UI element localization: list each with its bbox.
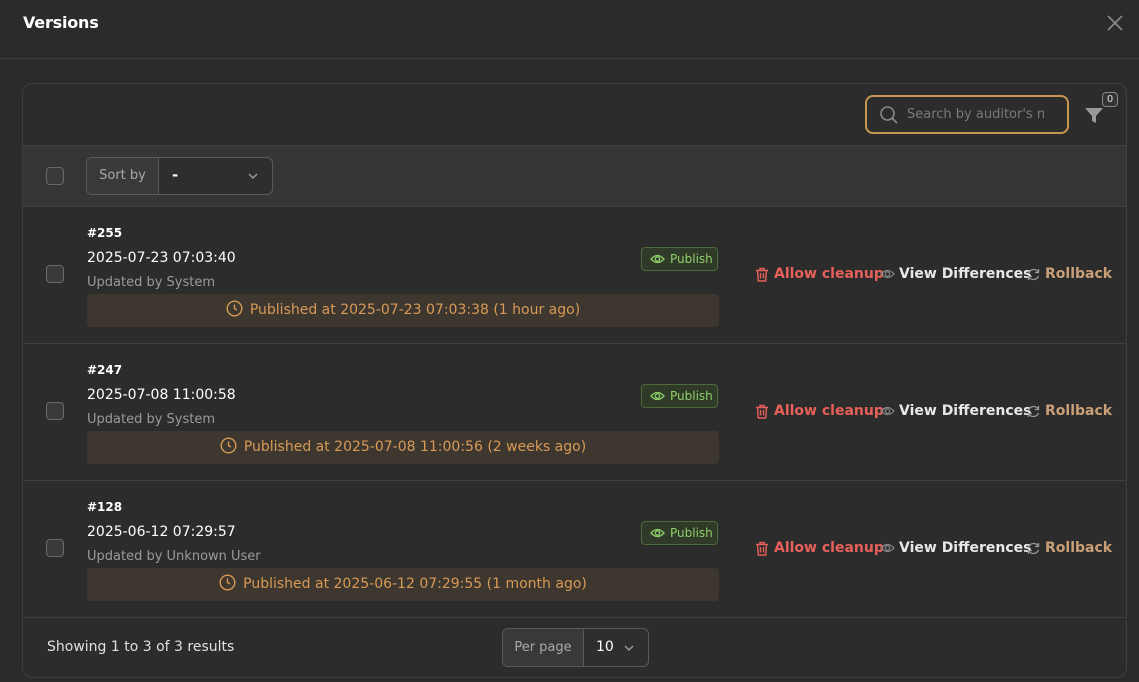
published-info: Published at 2025-07-08 11:00:56 (2 week… bbox=[87, 431, 719, 464]
funnel-icon[interactable] bbox=[1083, 104, 1105, 126]
trash-icon bbox=[756, 267, 768, 282]
clock-icon bbox=[219, 574, 236, 591]
updated-by: Updated by Unknown User bbox=[87, 549, 261, 564]
view-differences-label: View Differences bbox=[899, 540, 1032, 556]
refresh-icon bbox=[1027, 542, 1040, 555]
chevron-down-icon bbox=[248, 173, 258, 180]
version-id: #128 bbox=[87, 500, 123, 514]
select-all-checkbox[interactable] bbox=[46, 167, 64, 185]
published-info: Published at 2025-06-12 07:29:55 (1 mont… bbox=[87, 568, 719, 601]
status-badge-label: Publish bbox=[670, 526, 713, 540]
published-info: Published at 2025-07-23 07:03:38 (1 hour… bbox=[87, 294, 719, 327]
allow-cleanup-label: Allow cleanup bbox=[774, 266, 884, 282]
eye-icon bbox=[880, 543, 895, 553]
eye-icon bbox=[650, 391, 665, 401]
status-badge-label: Publish bbox=[670, 252, 713, 266]
allow-cleanup-label: Allow cleanup bbox=[774, 540, 884, 556]
refresh-icon bbox=[1027, 405, 1040, 418]
versions-panel: 0 Sort by - #255 2025-07-23 07:03:40 Upd… bbox=[22, 83, 1127, 678]
status-badge: Publish bbox=[641, 247, 718, 271]
per-page-select[interactable]: Per page 10 bbox=[502, 628, 649, 667]
eye-icon bbox=[650, 254, 665, 264]
modal-header: Versions bbox=[0, 0, 1139, 59]
version-date: 2025-07-23 07:03:40 bbox=[87, 250, 236, 266]
per-page-label: Per page bbox=[503, 629, 584, 666]
row-checkbox[interactable] bbox=[46, 265, 64, 283]
version-row: #128 2025-06-12 07:29:57 Updated by Unkn… bbox=[23, 481, 1126, 618]
row-checkbox[interactable] bbox=[46, 402, 64, 420]
published-text: Published at 2025-07-08 11:00:56 (2 week… bbox=[243, 439, 587, 455]
clock-icon bbox=[226, 300, 243, 317]
eye-icon bbox=[650, 528, 665, 538]
per-page-value: 10 bbox=[596, 639, 614, 655]
modal-title: Versions bbox=[23, 13, 99, 32]
version-id: #255 bbox=[87, 226, 123, 240]
search-icon bbox=[880, 106, 898, 124]
chevron-down-icon bbox=[624, 645, 634, 652]
search-input[interactable] bbox=[907, 97, 1045, 132]
sort-bar: Sort by - bbox=[23, 145, 1126, 207]
view-differences-label: View Differences bbox=[899, 266, 1032, 282]
version-date: 2025-06-12 07:29:57 bbox=[87, 524, 236, 540]
toolbar: 0 bbox=[23, 84, 1126, 145]
trash-icon bbox=[756, 541, 768, 556]
version-id: #247 bbox=[87, 363, 123, 377]
rollback-label: Rollback bbox=[1045, 403, 1113, 419]
filter-count-badge: 0 bbox=[1102, 92, 1118, 107]
version-row: #255 2025-07-23 07:03:40 Updated by Syst… bbox=[23, 207, 1126, 344]
eye-icon bbox=[880, 406, 895, 416]
rollback-label: Rollback bbox=[1045, 266, 1113, 282]
search-box[interactable] bbox=[865, 95, 1069, 134]
sort-label: Sort by bbox=[87, 158, 159, 194]
published-text: Published at 2025-07-23 07:03:38 (1 hour… bbox=[249, 302, 581, 318]
status-badge-label: Publish bbox=[670, 389, 713, 403]
sort-value: - bbox=[172, 166, 179, 184]
trash-icon bbox=[756, 404, 768, 419]
published-text: Published at 2025-06-12 07:29:55 (1 mont… bbox=[243, 576, 587, 592]
status-badge: Publish bbox=[641, 521, 718, 545]
sort-select[interactable]: Sort by - bbox=[86, 157, 273, 195]
status-badge: Publish bbox=[641, 384, 718, 408]
clock-icon bbox=[220, 437, 237, 454]
view-differences-label: View Differences bbox=[899, 403, 1032, 419]
rollback-label: Rollback bbox=[1045, 540, 1113, 556]
eye-icon bbox=[880, 269, 895, 279]
row-checkbox[interactable] bbox=[46, 539, 64, 557]
version-row: #247 2025-07-08 11:00:58 Updated by Syst… bbox=[23, 344, 1126, 481]
refresh-icon bbox=[1027, 268, 1040, 281]
allow-cleanup-label: Allow cleanup bbox=[774, 403, 884, 419]
results-summary: Showing 1 to 3 of 3 results bbox=[47, 639, 235, 655]
close-icon[interactable] bbox=[1104, 12, 1126, 34]
pagination-footer: Showing 1 to 3 of 3 results Per page 10 bbox=[23, 617, 1126, 677]
version-date: 2025-07-08 11:00:58 bbox=[87, 387, 236, 403]
updated-by: Updated by System bbox=[87, 412, 216, 427]
updated-by: Updated by System bbox=[87, 275, 216, 290]
